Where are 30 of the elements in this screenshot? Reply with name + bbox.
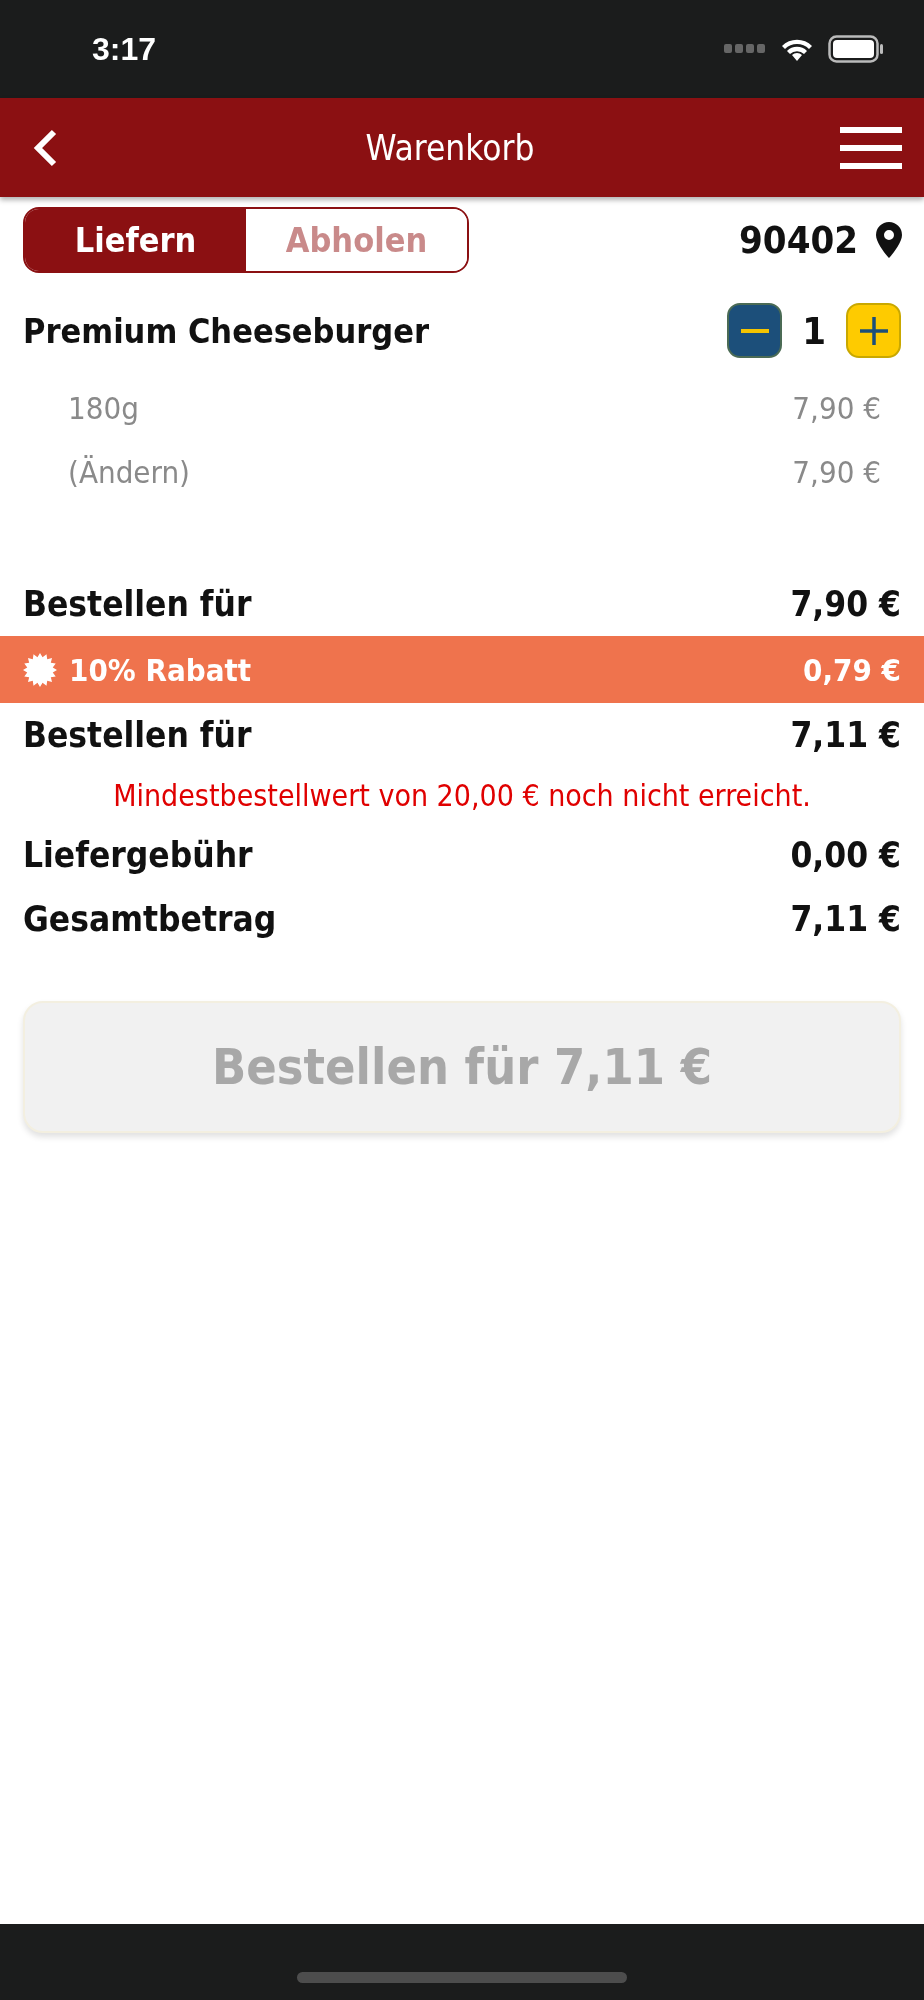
summary-label: Gesamtbetrag <box>23 899 277 939</box>
option-label: 180g <box>68 390 139 426</box>
option-price: 7,90 € <box>792 390 881 426</box>
discount-label: 10% Rabatt <box>69 651 252 688</box>
quantity: 1 <box>802 308 826 353</box>
plus-icon <box>859 316 888 345</box>
battery-icon <box>828 35 884 63</box>
summary-amount: 7,90 € <box>790 584 901 624</box>
summary-label: Bestellen für <box>23 715 252 755</box>
option-label: (Ändern) <box>68 454 190 490</box>
badge-icon <box>23 652 57 687</box>
page-title: Warenkorb <box>365 127 535 168</box>
signal-icon <box>724 44 766 54</box>
summary-label: Bestellen für <box>23 584 252 624</box>
delivery-tab[interactable]: Liefern <box>25 209 246 271</box>
increase-button[interactable] <box>846 303 901 358</box>
summary-amount: 0,00 € <box>790 835 901 875</box>
location-pin-icon[interactable] <box>876 222 902 258</box>
menu-button[interactable] <box>840 126 902 169</box>
product-name: Premium Cheeseburger <box>23 310 430 351</box>
discount-amount: 0,79 € <box>803 651 901 688</box>
summary-amount: 7,11 € <box>790 715 901 755</box>
zip-code: 90402 <box>739 218 858 262</box>
summary-amount: 7,11 € <box>790 899 901 939</box>
minimum-order-warning: Mindestbestellwert von 20,00 € noch nicht erreicht. <box>113 777 811 813</box>
decrease-button[interactable] <box>727 303 783 358</box>
status-time: 3:17 <box>92 30 157 68</box>
option-price: 7,90 € <box>792 454 881 490</box>
minus-icon <box>740 328 769 333</box>
summary-label: Liefergebühr <box>23 835 253 875</box>
